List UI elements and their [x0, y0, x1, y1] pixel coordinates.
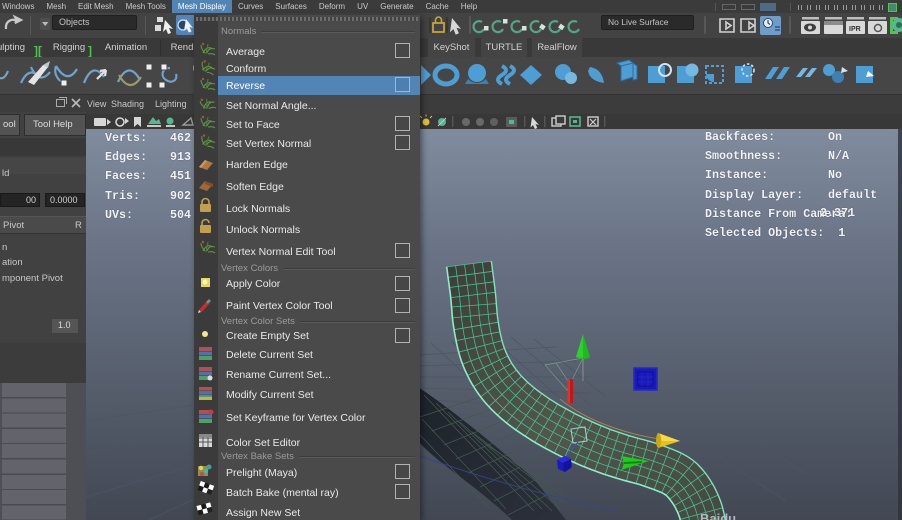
- svg-text:IPR: IPR: [849, 26, 861, 33]
- svg-text:Baidu: Baidu: [700, 511, 736, 520]
